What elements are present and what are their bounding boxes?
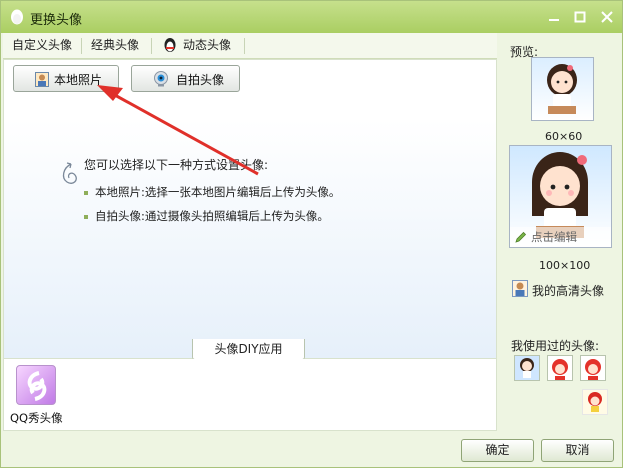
diy-apps-panel: QQ秀头像	[3, 359, 497, 431]
qq-show-app-label[interactable]: QQ秀头像	[10, 410, 63, 426]
instruction-item-local: 本地照片:选择一张本地图片编辑后上传为头像。	[84, 184, 340, 200]
diy-apps-tab[interactable]: 头像DIY应用	[192, 339, 305, 360]
webcam-icon	[154, 71, 168, 87]
qq-penguin-icon	[164, 38, 176, 52]
close-icon[interactable]	[599, 9, 615, 25]
tab-divider	[151, 38, 152, 54]
custom-avatar-panel: 本地照片 自拍头像 您可以选择以下一种方式设置头像: 本地照片:选择一张本地图片…	[3, 59, 497, 359]
qq-penguin-icon	[11, 9, 23, 25]
hd-avatar-link[interactable]: 我的高清头像	[532, 282, 604, 299]
avatar-tab-bar: 自定义头像 经典头像 动态头像	[3, 33, 497, 59]
preview-large-avatar[interactable]: 点击编辑	[509, 145, 612, 248]
preview-small-avatar	[531, 57, 594, 121]
cancel-button[interactable]: 取消	[541, 439, 614, 462]
used-avatar-thumb[interactable]	[580, 355, 606, 381]
instruction-item-selfie: 自拍头像:通过摄像头拍照编辑后上传为头像。	[84, 208, 329, 224]
preview-panel: 预览: 60×60 点击编辑 100×100 我的高清头像 我使用过的头像:	[501, 33, 622, 433]
cartoon-girl-avatar-icon	[547, 64, 577, 114]
instruction-intro: 您可以选择以下一种方式设置头像:	[84, 158, 269, 172]
preview-large-size: 100×100	[539, 259, 591, 272]
dialog-footer: 确定 取消	[1, 433, 622, 467]
instruction-text: 自拍头像:通过摄像头拍照编辑后上传为头像。	[95, 209, 329, 223]
tab-divider	[81, 38, 82, 54]
cartoon-character-avatar-icon	[581, 356, 605, 380]
tab-animated-avatar[interactable]: 动态头像	[183, 33, 231, 58]
used-avatar-thumb[interactable]	[547, 355, 573, 381]
cartoon-character-avatar-icon	[548, 356, 572, 380]
maximize-icon[interactable]	[572, 9, 588, 25]
tab-custom-avatar[interactable]: 自定义头像	[12, 33, 72, 58]
edit-avatar-label: 点击编辑	[531, 230, 577, 244]
preview-small-size: 60×60	[545, 130, 583, 143]
qq-show-logo-icon	[27, 371, 47, 401]
cartoon-character-avatar-icon	[583, 390, 607, 414]
cartoon-girl-avatar-icon	[515, 356, 539, 380]
instruction-text: 本地照片:选择一张本地图片编辑后上传为头像。	[95, 185, 341, 199]
minimize-icon[interactable]	[546, 9, 562, 25]
selfie-avatar-button[interactable]: 自拍头像	[131, 65, 240, 92]
tab-divider	[244, 38, 245, 54]
local-photo-button[interactable]: 本地照片	[13, 65, 119, 92]
used-avatar-thumb[interactable]	[582, 389, 608, 415]
person-photo-icon	[35, 72, 49, 87]
qq-show-app-icon[interactable]	[16, 365, 56, 405]
title-bar[interactable]: 更换头像	[1, 1, 622, 33]
window-title: 更换头像	[30, 13, 83, 28]
local-photo-label: 本地照片	[54, 73, 103, 87]
pencil-icon	[515, 231, 527, 243]
swirl-decoration-icon	[62, 162, 77, 184]
change-avatar-window: 更换头像 自定义头像 经典头像 动态头像 本地照片 自拍头像 您可以选择以下一种…	[0, 0, 623, 468]
used-avatar-thumb[interactable]	[514, 355, 540, 381]
ok-button[interactable]: 确定	[461, 439, 534, 462]
tab-classic-avatar[interactable]: 经典头像	[91, 33, 139, 58]
used-avatars-title: 我使用过的头像:	[511, 339, 600, 353]
edit-avatar-bar[interactable]: 点击编辑	[510, 227, 611, 247]
bullet-dot	[84, 214, 88, 219]
hd-avatar-icon[interactable]	[512, 280, 528, 297]
bullet-dot	[84, 190, 88, 195]
selfie-avatar-label: 自拍头像	[176, 73, 225, 87]
